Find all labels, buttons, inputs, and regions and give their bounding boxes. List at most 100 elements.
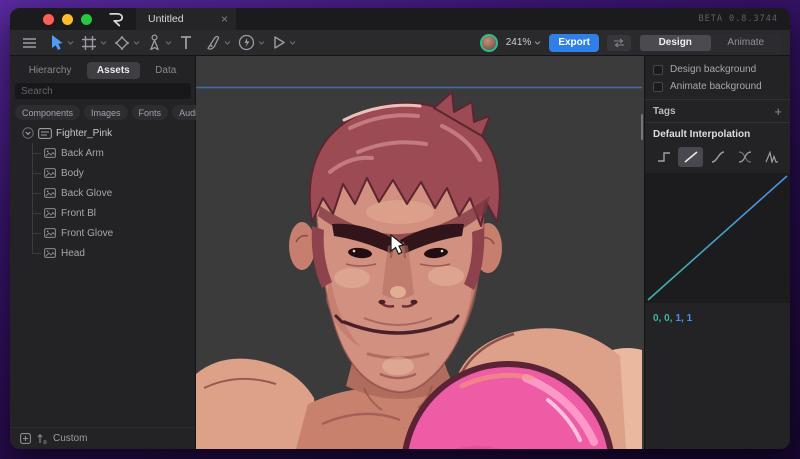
tab-assets[interactable]: Assets: [86, 61, 140, 79]
artboard-frame-icon: [82, 35, 96, 50]
publish-button[interactable]: [607, 34, 631, 51]
design-background-checkbox[interactable]: [653, 64, 663, 75]
elastic-interpolation-button[interactable]: [759, 147, 784, 167]
chevron-down-icon[interactable]: [67, 40, 74, 45]
tree-row-root[interactable]: Fighter_Pink: [10, 123, 195, 143]
zoom-level-control[interactable]: 241%: [506, 37, 542, 48]
linear-icon: [684, 151, 697, 163]
tab-hierarchy[interactable]: Hierarchy: [19, 62, 82, 79]
linear-interpolation-button[interactable]: [678, 147, 703, 167]
text-tool-button[interactable]: [179, 35, 193, 50]
zoom-window-button[interactable]: [81, 13, 92, 25]
user-avatar[interactable]: [479, 33, 498, 52]
chevron-down-icon[interactable]: [224, 40, 231, 45]
tree-item-label: Head: [61, 247, 85, 259]
design-background-row: Design background: [645, 61, 790, 78]
fighter-artwork: [196, 56, 642, 449]
export-button[interactable]: Export: [549, 33, 599, 52]
document-tab[interactable]: Untitled ×: [136, 8, 236, 30]
beta-version-label: BETA 0.8.3744: [698, 14, 778, 24]
hierarchy-footer: Custom: [10, 427, 195, 449]
cubic-ease-icon: [711, 151, 724, 163]
play-tool-button[interactable]: [272, 35, 296, 50]
main-menu-button[interactable]: [22, 37, 37, 49]
curve-in-values: 0, 0,: [653, 313, 673, 324]
tab-close-icon[interactable]: ×: [221, 13, 228, 25]
canvas-scrollbar[interactable]: [641, 114, 643, 140]
tree-item-label: Front Glove: [61, 227, 114, 239]
desktop-wallpaper: Untitled × BETA 0.8.3744 241% Export Des…: [0, 0, 800, 459]
cubic-interpolation-button[interactable]: [705, 147, 730, 167]
zoom-level-value: 241%: [505, 37, 532, 48]
hold-interpolation-button[interactable]: [651, 147, 676, 167]
left-panel-tabs: Hierarchy Assets Data: [10, 59, 195, 81]
shapes-icon: [115, 35, 129, 50]
pen-tool-button[interactable]: [205, 35, 231, 51]
interpolation-curve: [647, 175, 788, 301]
tree-row-back-glove[interactable]: Back Glove: [10, 183, 195, 203]
tab-data[interactable]: Data: [145, 62, 186, 79]
sort-order-icon[interactable]: [37, 433, 47, 444]
interpolation-curve-editor[interactable]: [645, 173, 790, 303]
titlebar: Untitled × BETA 0.8.3744: [10, 8, 790, 30]
curve-out-values: 1, 1: [675, 313, 693, 324]
tags-section-header: Tags +: [645, 100, 790, 122]
disclosure-chevron-icon[interactable]: [22, 127, 34, 139]
asset-tab-images[interactable]: Images: [84, 105, 128, 120]
chevron-down-icon[interactable]: [100, 40, 107, 45]
chevron-down-icon[interactable]: [258, 40, 265, 45]
interpolation-title: Default Interpolation: [653, 128, 751, 140]
tree-row-head[interactable]: Head: [10, 243, 195, 263]
image-asset-icon: [44, 148, 56, 158]
psd-file-badge-icon: [38, 127, 52, 139]
tree-root-label: Fighter_Pink: [56, 127, 113, 139]
animate-background-label: Animate background: [670, 81, 762, 92]
assets-tree: Fighter_Pink Back Arm Body Back Glove Fr…: [10, 123, 195, 263]
design-mode-tab[interactable]: Design: [640, 34, 711, 51]
toolbar: 241% Export Design Animate: [10, 30, 790, 56]
image-asset-icon: [44, 188, 56, 198]
bezier-curves-icon: [738, 151, 751, 163]
animate-background-checkbox[interactable]: [653, 81, 663, 92]
add-square-icon[interactable]: [20, 433, 31, 444]
animate-background-row: Animate background: [645, 78, 790, 95]
image-asset-icon: [44, 168, 56, 178]
chevron-down-icon[interactable]: [133, 40, 140, 45]
events-tool-button[interactable]: [238, 34, 265, 51]
interpolation-values: 0, 0, 1, 1: [653, 313, 790, 324]
tree-item-label: Body: [61, 167, 84, 179]
bezier-interpolation-button[interactable]: [732, 147, 757, 167]
artboard-tool-button[interactable]: [81, 35, 107, 51]
animate-mode-tab[interactable]: Animate: [711, 35, 782, 51]
sort-mode-label[interactable]: Custom: [53, 433, 87, 444]
interpolation-mode-buttons: [651, 147, 784, 167]
tree-row-back-arm[interactable]: Back Arm: [10, 143, 195, 163]
chevron-down-icon[interactable]: [165, 40, 172, 45]
search-input[interactable]: [15, 83, 191, 99]
image-asset-icon: [44, 228, 56, 238]
image-asset-icon: [44, 248, 56, 258]
elastic-icon: [764, 151, 778, 163]
main-area: Hierarchy Assets Data Components Images …: [10, 56, 790, 449]
asset-tab-fonts[interactable]: Fonts: [131, 105, 169, 120]
lightning-circle-icon: [238, 34, 255, 51]
tree-item-label: Back Glove: [61, 187, 113, 199]
tree-row-front-glove[interactable]: Front Glove: [10, 223, 195, 243]
tree-item-label: Front Bl: [61, 207, 97, 219]
bone-icon: [150, 34, 159, 51]
add-tag-button[interactable]: +: [774, 105, 782, 118]
tree-row-body[interactable]: Body: [10, 163, 195, 183]
select-tool-button[interactable]: [50, 34, 74, 51]
minimize-window-button[interactable]: [62, 13, 73, 25]
bone-tool-button[interactable]: [147, 34, 172, 51]
tree-row-front-bi[interactable]: Front Bl: [10, 203, 195, 223]
shapes-tool-button[interactable]: [114, 35, 140, 51]
close-window-button[interactable]: [43, 13, 54, 25]
asset-tab-components[interactable]: Components: [15, 105, 81, 120]
rive-editor-window: Untitled × BETA 0.8.3744 241% Export Des…: [10, 8, 790, 449]
chevron-down-icon[interactable]: [289, 40, 296, 45]
text-icon: [181, 36, 191, 49]
sync-arrows-icon: [614, 38, 624, 47]
canvas-viewport[interactable]: [196, 56, 644, 449]
design-background-label: Design background: [670, 64, 757, 75]
